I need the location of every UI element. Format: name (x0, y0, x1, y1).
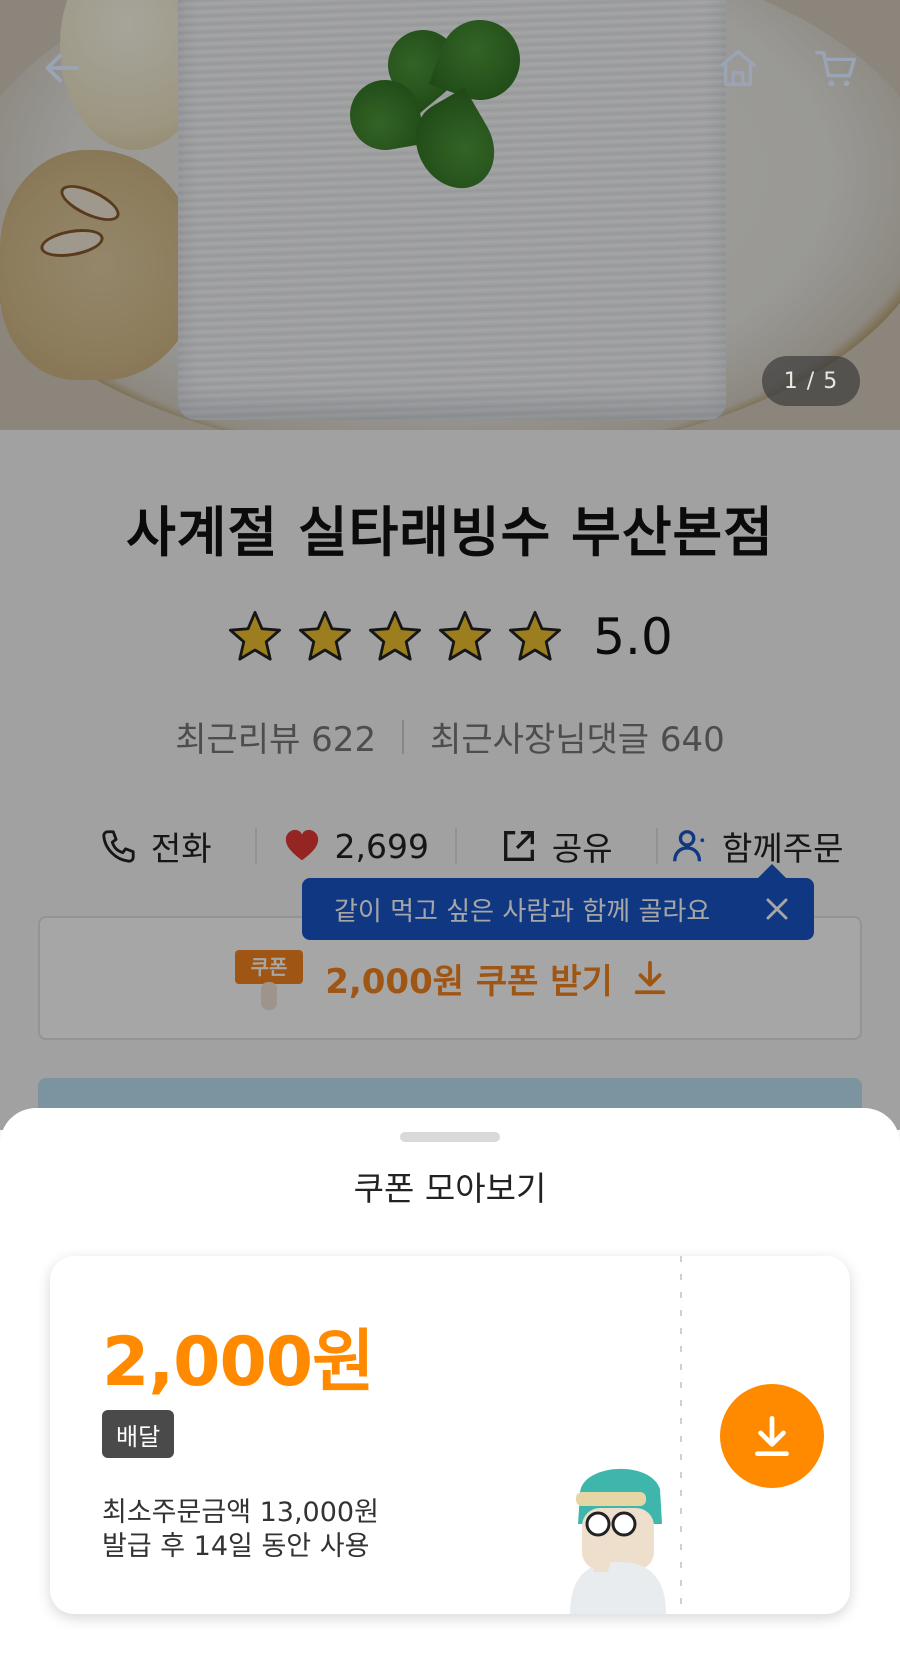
download-icon (755, 1415, 789, 1457)
coupon-perforation (680, 1256, 682, 1614)
coupon-amount: 2,000원 (102, 1323, 375, 1402)
coupon-download-button[interactable] (720, 1384, 824, 1488)
coupon-type-badge: 배달 (102, 1410, 175, 1458)
sheet-title: 쿠폰 모아보기 (353, 1169, 547, 1208)
cart-icon (815, 50, 856, 87)
home-icon (719, 50, 757, 86)
coupon-bottom-sheet: 쿠폰 모아보기 2,000원 배달 최소주문금액 13,000원 발급 후 14… (0, 1108, 900, 1664)
back-arrow-icon (45, 53, 80, 83)
sheet-drag-handle[interactable] (400, 1132, 500, 1142)
home-button[interactable] (710, 40, 766, 96)
coupon-validity: 발급 후 14일 동안 사용 (102, 1531, 370, 1562)
store-hero-image[interactable]: 1 / 5 (0, 0, 900, 430)
image-counter: 1 / 5 (762, 356, 860, 406)
modal-backdrop[interactable] (0, 430, 900, 1130)
back-button[interactable] (34, 40, 90, 96)
coupon-card: 2,000원 배달 최소주문금액 13,000원 발급 후 14일 동안 사용 (50, 1256, 850, 1614)
mascot-character-image (570, 1468, 666, 1614)
cart-button[interactable] (808, 40, 864, 96)
